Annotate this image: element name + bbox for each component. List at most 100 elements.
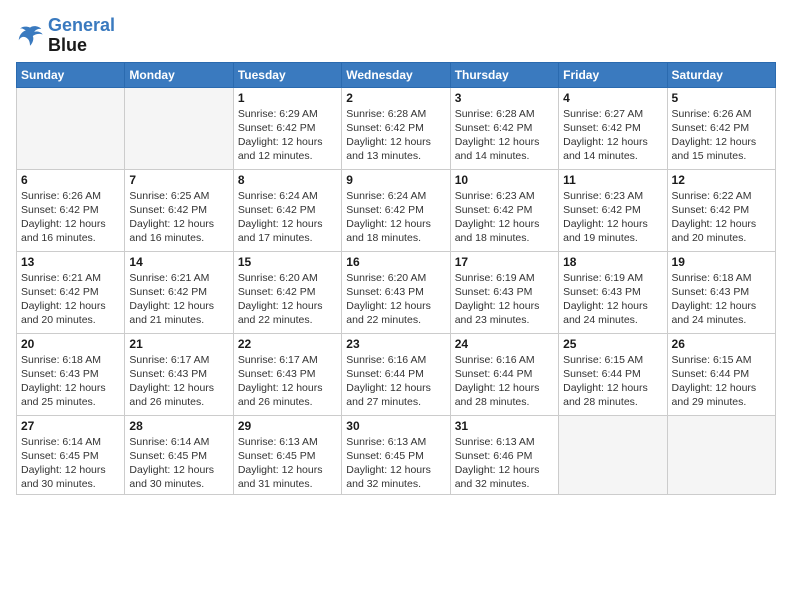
day-number: 9 [346, 173, 445, 187]
calendar-cell: 26 Sunrise: 6:15 AM Sunset: 6:44 PM Dayli… [667, 333, 775, 415]
calendar-cell: 8Sunrise: 6:24 AM Sunset: 6:42 PM Daylig… [233, 169, 341, 251]
day-detail: Sunrise: 6:26 AM Sunset: 6:42 PM Dayligh… [672, 107, 771, 164]
day-number: 26 [672, 337, 771, 351]
calendar-cell: 18 Sunrise: 6:19 AM Sunset: 6:43 PM Dayli… [559, 251, 667, 333]
calendar-cell: 10Sunrise: 6:23 AM Sunset: 6:42 PM Dayli… [450, 169, 558, 251]
day-number: 5 [672, 91, 771, 105]
day-number: 21 [129, 337, 228, 351]
calendar-week-row: 1 Sunrise: 6:29 AM Sunset: 6:42 PM Daylig… [17, 87, 776, 169]
calendar-cell: 3 Sunrise: 6:28 AM Sunset: 6:42 PM Daylig… [450, 87, 558, 169]
day-detail: Sunrise: 6:21 AM Sunset: 6:42 PM Dayligh… [129, 271, 228, 328]
day-number: 19 [672, 255, 771, 269]
page-header: GeneralBlue [16, 16, 776, 56]
day-number: 16 [346, 255, 445, 269]
day-number: 18 [563, 255, 662, 269]
day-number: 13 [21, 255, 120, 269]
day-number: 29 [238, 419, 337, 433]
day-number: 15 [238, 255, 337, 269]
day-detail: Sunrise: 6:24 AM Sunset: 6:42 PM Dayligh… [238, 189, 337, 246]
day-detail: Sunrise: 6:13 AM Sunset: 6:45 PM Dayligh… [346, 435, 445, 492]
day-detail: Sunrise: 6:13 AM Sunset: 6:46 PM Dayligh… [455, 435, 554, 492]
calendar-cell: 24 Sunrise: 6:16 AM Sunset: 6:44 PM Dayli… [450, 333, 558, 415]
day-detail: Sunrise: 6:16 AM Sunset: 6:44 PM Dayligh… [346, 353, 445, 410]
day-detail: Sunrise: 6:19 AM Sunset: 6:43 PM Dayligh… [455, 271, 554, 328]
day-detail: Sunrise: 6:20 AM Sunset: 6:43 PM Dayligh… [346, 271, 445, 328]
day-number: 31 [455, 419, 554, 433]
day-number: 25 [563, 337, 662, 351]
day-detail: Sunrise: 6:14 AM Sunset: 6:45 PM Dayligh… [129, 435, 228, 492]
day-number: 28 [129, 419, 228, 433]
day-detail: Sunrise: 6:18 AM Sunset: 6:43 PM Dayligh… [672, 271, 771, 328]
day-detail: Sunrise: 6:23 AM Sunset: 6:42 PM Dayligh… [563, 189, 662, 246]
day-detail: Sunrise: 6:22 AM Sunset: 6:42 PM Dayligh… [672, 189, 771, 246]
calendar-cell: 4 Sunrise: 6:27 AM Sunset: 6:42 PM Daylig… [559, 87, 667, 169]
day-detail: Sunrise: 6:15 AM Sunset: 6:44 PM Dayligh… [672, 353, 771, 410]
weekday-header: Saturday [667, 62, 775, 87]
day-detail: Sunrise: 6:14 AM Sunset: 6:45 PM Dayligh… [21, 435, 120, 492]
day-detail: Sunrise: 6:28 AM Sunset: 6:42 PM Dayligh… [455, 107, 554, 164]
logo-text: GeneralBlue [48, 16, 115, 56]
calendar-cell: 16 Sunrise: 6:20 AM Sunset: 6:43 PM Dayli… [342, 251, 450, 333]
logo-icon [16, 22, 44, 50]
calendar-cell: 29 Sunrise: 6:13 AM Sunset: 6:45 PM Dayli… [233, 415, 341, 495]
day-detail: Sunrise: 6:29 AM Sunset: 6:42 PM Dayligh… [238, 107, 337, 164]
calendar-cell: 25Sunrise: 6:15 AM Sunset: 6:44 PM Dayli… [559, 333, 667, 415]
calendar-cell [559, 415, 667, 495]
day-number: 1 [238, 91, 337, 105]
day-detail: Sunrise: 6:19 AM Sunset: 6:43 PM Dayligh… [563, 271, 662, 328]
day-detail: Sunrise: 6:24 AM Sunset: 6:42 PM Dayligh… [346, 189, 445, 246]
calendar-cell: 7Sunrise: 6:25 AM Sunset: 6:42 PM Daylig… [125, 169, 233, 251]
day-detail: Sunrise: 6:16 AM Sunset: 6:44 PM Dayligh… [455, 353, 554, 410]
day-number: 22 [238, 337, 337, 351]
calendar-cell: 9 Sunrise: 6:24 AM Sunset: 6:42 PM Daylig… [342, 169, 450, 251]
weekday-header: Sunday [17, 62, 125, 87]
calendar-cell: 20 Sunrise: 6:18 AM Sunset: 6:43 PM Dayli… [17, 333, 125, 415]
calendar-cell: 17Sunrise: 6:19 AM Sunset: 6:43 PM Dayli… [450, 251, 558, 333]
weekday-header: Wednesday [342, 62, 450, 87]
calendar-cell: 14Sunrise: 6:21 AM Sunset: 6:42 PM Dayli… [125, 251, 233, 333]
calendar-cell: 22 Sunrise: 6:17 AM Sunset: 6:43 PM Dayli… [233, 333, 341, 415]
calendar-cell: 12 Sunrise: 6:22 AM Sunset: 6:42 PM Dayli… [667, 169, 775, 251]
day-number: 20 [21, 337, 120, 351]
calendar-cell: 5 Sunrise: 6:26 AM Sunset: 6:42 PM Daylig… [667, 87, 775, 169]
day-number: 23 [346, 337, 445, 351]
day-number: 27 [21, 419, 120, 433]
day-detail: Sunrise: 6:23 AM Sunset: 6:42 PM Dayligh… [455, 189, 554, 246]
calendar-cell: 2 Sunrise: 6:28 AM Sunset: 6:42 PM Daylig… [342, 87, 450, 169]
day-detail: Sunrise: 6:13 AM Sunset: 6:45 PM Dayligh… [238, 435, 337, 492]
calendar-cell: 30 Sunrise: 6:13 AM Sunset: 6:45 PM Dayli… [342, 415, 450, 495]
day-number: 2 [346, 91, 445, 105]
day-detail: Sunrise: 6:18 AM Sunset: 6:43 PM Dayligh… [21, 353, 120, 410]
day-detail: Sunrise: 6:21 AM Sunset: 6:42 PM Dayligh… [21, 271, 120, 328]
calendar-table: SundayMondayTuesdayWednesdayThursdayFrid… [16, 62, 776, 496]
calendar-cell: 6 Sunrise: 6:26 AM Sunset: 6:42 PM Daylig… [17, 169, 125, 251]
calendar-cell [17, 87, 125, 169]
day-number: 11 [563, 173, 662, 187]
calendar-cell [667, 415, 775, 495]
day-number: 24 [455, 337, 554, 351]
calendar-week-row: 6 Sunrise: 6:26 AM Sunset: 6:42 PM Daylig… [17, 169, 776, 251]
calendar-cell: 11 Sunrise: 6:23 AM Sunset: 6:42 PM Dayli… [559, 169, 667, 251]
day-number: 6 [21, 173, 120, 187]
day-number: 30 [346, 419, 445, 433]
calendar-week-row: 13 Sunrise: 6:21 AM Sunset: 6:42 PM Dayli… [17, 251, 776, 333]
weekday-header: Friday [559, 62, 667, 87]
calendar-cell: 21 Sunrise: 6:17 AM Sunset: 6:43 PM Dayli… [125, 333, 233, 415]
day-number: 3 [455, 91, 554, 105]
day-number: 12 [672, 173, 771, 187]
day-detail: Sunrise: 6:20 AM Sunset: 6:42 PM Dayligh… [238, 271, 337, 328]
weekday-header: Tuesday [233, 62, 341, 87]
calendar-cell: 27 Sunrise: 6:14 AM Sunset: 6:45 PM Dayli… [17, 415, 125, 495]
calendar-cell: 28 Sunrise: 6:14 AM Sunset: 6:45 PM Dayli… [125, 415, 233, 495]
day-detail: Sunrise: 6:27 AM Sunset: 6:42 PM Dayligh… [563, 107, 662, 164]
calendar-week-row: 27 Sunrise: 6:14 AM Sunset: 6:45 PM Dayli… [17, 415, 776, 495]
calendar-cell: 15 Sunrise: 6:20 AM Sunset: 6:42 PM Dayli… [233, 251, 341, 333]
logo: GeneralBlue [16, 16, 115, 56]
day-detail: Sunrise: 6:17 AM Sunset: 6:43 PM Dayligh… [129, 353, 228, 410]
calendar-cell: 19 Sunrise: 6:18 AM Sunset: 6:43 PM Dayli… [667, 251, 775, 333]
day-detail: Sunrise: 6:28 AM Sunset: 6:42 PM Dayligh… [346, 107, 445, 164]
day-detail: Sunrise: 6:26 AM Sunset: 6:42 PM Dayligh… [21, 189, 120, 246]
day-number: 4 [563, 91, 662, 105]
day-detail: Sunrise: 6:17 AM Sunset: 6:43 PM Dayligh… [238, 353, 337, 410]
calendar-header: SundayMondayTuesdayWednesdayThursdayFrid… [17, 62, 776, 87]
